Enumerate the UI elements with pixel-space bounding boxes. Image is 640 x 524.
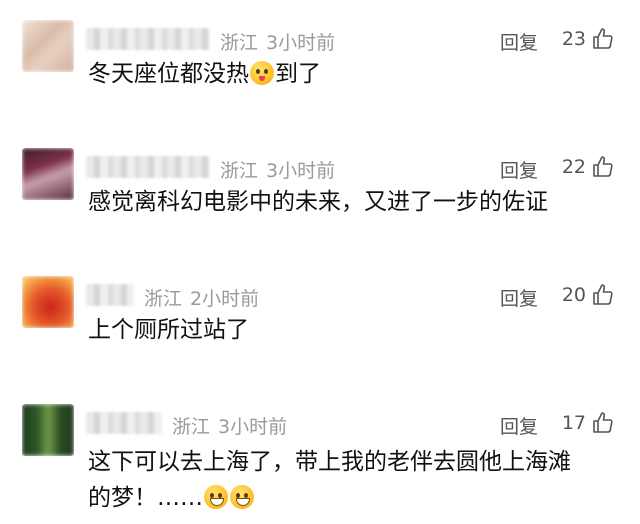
avatar[interactable] [22,276,74,328]
comment-text: 这下可以去上海了，带上我的老伴去圆他上海滩 的梦！…… [88,444,618,516]
winking-face-tongue-icon [250,61,274,85]
comment-item: 浙江 3小时前 回复 17 这下可以去上海了，带上我的老伴去圆他上海滩 的梦！…… [0,384,640,524]
thumbs-up-icon[interactable] [591,283,615,307]
timestamp: 3小时前 [266,160,336,182]
thumbs-up-icon[interactable] [591,155,615,179]
comment-item: 浙江 3小时前 回复 22 感觉离科幻电影中的未来，又进了一步的佐证 [0,128,640,256]
timestamp: 3小时前 [218,416,288,438]
comment-meta: 浙江 3小时前 [172,412,287,439]
avatar[interactable] [22,148,74,200]
reply-button[interactable]: 回复 [500,28,538,55]
thumbs-up-icon[interactable] [591,27,615,51]
username-blurred[interactable] [86,412,162,434]
avatar[interactable] [22,20,74,72]
comment-text-part: 感觉离科幻电影中的未来，又进了一步的佐证 [88,189,548,215]
comment-item: 浙江 3小时前 回复 23 冬天座位都没热 到了 [0,0,640,128]
comment-text-part: 这下可以去上海了，带上我的老伴去圆他上海滩 [88,449,571,475]
thumbs-up-icon[interactable] [591,411,615,435]
comment-meta: 浙江 3小时前 [220,28,335,55]
timestamp: 2小时前 [190,288,260,310]
reply-button[interactable]: 回复 [500,284,538,311]
reply-button[interactable]: 回复 [500,412,538,439]
comment-text: 感觉离科幻电影中的未来，又进了一步的佐证 [88,184,618,220]
comment-text: 上个厕所过站了 [88,312,618,348]
comment-text-part: 的梦！…… [88,485,203,511]
like-count: 22 [561,156,586,178]
grinning-face-icon [204,485,228,509]
comment-text-part: 到了 [275,61,321,87]
location-label: 浙江 [220,32,259,54]
avatar[interactable] [22,404,74,456]
location-label: 浙江 [220,160,259,182]
timestamp: 3小时前 [266,32,336,54]
username-blurred[interactable] [86,284,134,306]
comment-meta: 浙江 2小时前 [144,284,259,311]
comment-item: 浙江 2小时前 回复 20 上个厕所过站了 [0,256,640,384]
username-blurred[interactable] [86,156,210,178]
location-label: 浙江 [144,288,183,310]
like-count: 20 [561,284,586,306]
comment-text: 冬天座位都没热 到了 [88,56,618,92]
reply-button[interactable]: 回复 [500,156,538,183]
comment-meta: 浙江 3小时前 [220,156,335,183]
location-label: 浙江 [172,416,211,438]
grinning-face-icon [230,485,254,509]
comment-text-part: 冬天座位都没热 [88,61,249,87]
like-count: 17 [561,412,586,434]
comment-text-part: 上个厕所过站了 [88,317,249,343]
like-count: 23 [561,28,586,50]
username-blurred[interactable] [86,28,210,50]
